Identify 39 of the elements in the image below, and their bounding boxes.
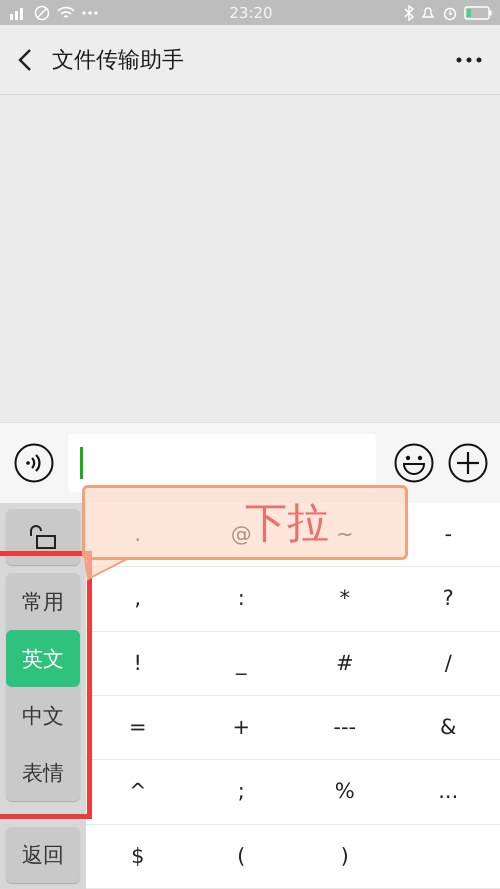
bluetooth-icon (404, 4, 414, 20)
voice-icon[interactable] (14, 443, 54, 483)
category-tab[interactable]: 表情 (6, 744, 80, 801)
symbol-key[interactable]: / (444, 652, 452, 675)
category-tab[interactable]: 中文 (6, 687, 80, 744)
back-icon[interactable] (18, 48, 32, 72)
lock-button[interactable] (6, 509, 80, 565)
symbol-key[interactable]: ; (238, 780, 245, 804)
symbol-key[interactable]: ( (237, 844, 246, 868)
symbol-key[interactable]: _ (236, 652, 246, 675)
back-button[interactable]: 返回 (6, 827, 80, 883)
symbol-key[interactable]: ! (134, 652, 142, 675)
symbol-key[interactable]: - (444, 523, 452, 546)
more-icon[interactable] (456, 56, 482, 62)
symbol-key[interactable]: ) (340, 844, 349, 868)
symbol-key[interactable]: # (336, 652, 354, 675)
more-icon (82, 10, 98, 14)
bell-icon (420, 4, 436, 20)
symbol-key[interactable]: , (134, 587, 142, 611)
wifi-icon (56, 4, 76, 20)
symbol-key[interactable]: = (128, 716, 147, 740)
unlock-icon (28, 524, 58, 550)
symbol-key[interactable]: : (238, 587, 245, 611)
symbol-key[interactable]: ? (442, 587, 454, 611)
plus-icon[interactable] (448, 443, 488, 483)
symbol-key[interactable]: & (440, 716, 456, 740)
battery-icon (464, 6, 492, 20)
symbol-key[interactable]: ^ (128, 780, 147, 804)
smiley-icon[interactable] (394, 443, 434, 483)
blocked-icon (34, 4, 50, 20)
symbol-key[interactable]: * (340, 587, 350, 611)
symbol-key[interactable]: % (334, 780, 355, 804)
symbol-key[interactable]: + (232, 716, 250, 740)
text-cursor (80, 447, 83, 479)
category-tab[interactable]: 常用 (6, 573, 80, 630)
chat-title: 文件传输助手 (52, 46, 185, 74)
symbol-key[interactable]: --- (333, 716, 356, 740)
symbol-key[interactable]: ... (438, 780, 458, 804)
symbol-key[interactable]: $ (131, 844, 144, 868)
